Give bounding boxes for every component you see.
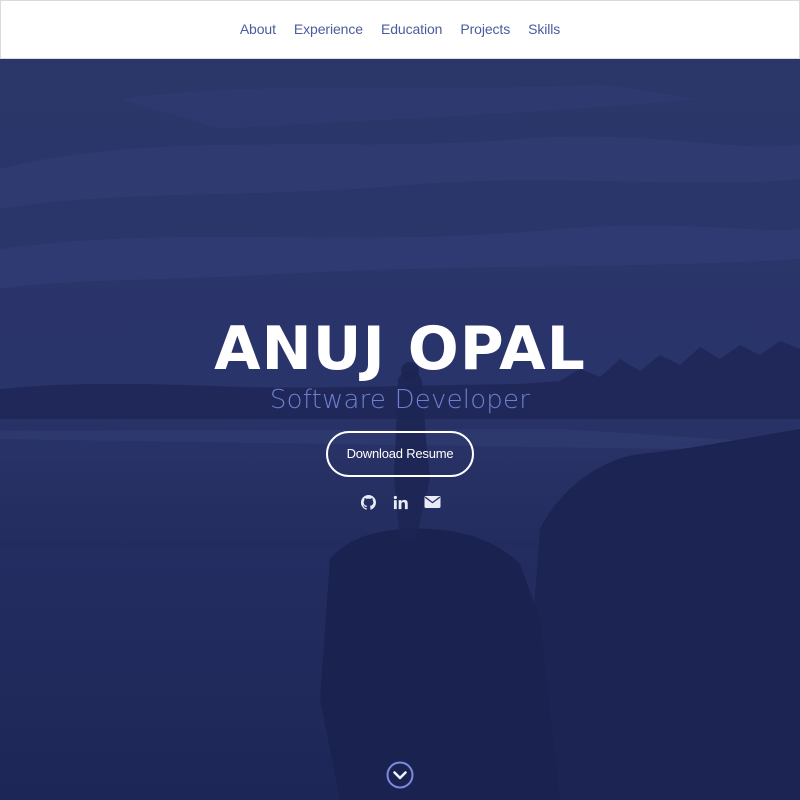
linkedin-icon[interactable] — [391, 493, 409, 511]
social-links — [0, 493, 800, 511]
hero-content: ANUJ OPAL Software Developer Download Re… — [0, 313, 800, 511]
top-navbar: About Experience Education Projects Skil… — [0, 0, 800, 59]
nav-links: About Experience Education Projects Skil… — [240, 21, 560, 39]
hero-role: Software Developer — [269, 385, 531, 415]
download-resume-button[interactable]: Download Resume — [326, 431, 474, 477]
hero-name: ANUJ OPAL — [214, 314, 586, 384]
nav-link-experience[interactable]: Experience — [294, 21, 363, 37]
github-icon[interactable] — [359, 493, 377, 511]
nav-link-education[interactable]: Education — [381, 21, 442, 37]
email-icon[interactable] — [423, 493, 441, 511]
portfolio-page: About Experience Education Projects Skil… — [0, 0, 800, 800]
hero-section: ANUJ OPAL Software Developer Download Re… — [0, 59, 800, 800]
nav-link-skills[interactable]: Skills — [528, 21, 560, 37]
nav-link-projects[interactable]: Projects — [460, 21, 510, 37]
chevron-down-circle-icon[interactable] — [386, 761, 414, 789]
nav-link-about[interactable]: About — [240, 21, 276, 37]
